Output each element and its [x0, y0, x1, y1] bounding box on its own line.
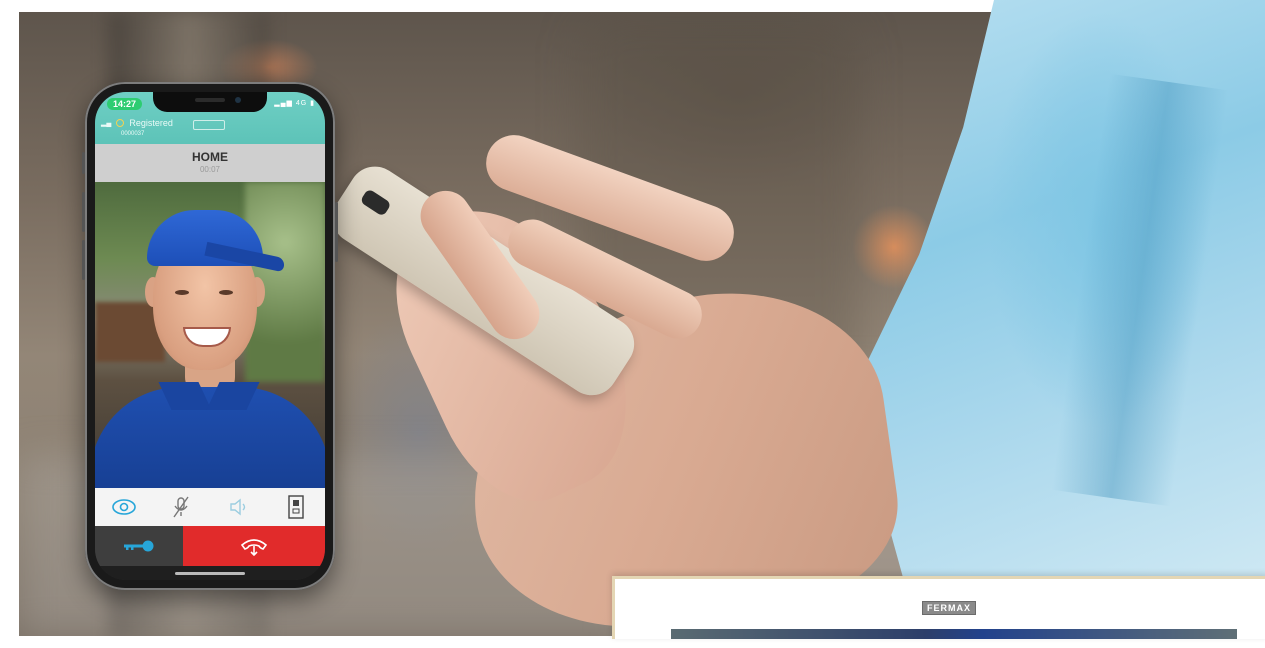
signal-icon: ▂▄ — [101, 120, 112, 127]
hang-up-button[interactable] — [183, 526, 325, 566]
registration-row: ▂▄ Registered — [101, 118, 173, 128]
call-controls — [95, 488, 325, 527]
mic-muted-icon[interactable] — [164, 492, 198, 522]
home-indicator — [95, 566, 325, 580]
contact-name: HOME — [192, 150, 228, 164]
status-time: 14:27 — [107, 98, 143, 110]
front-camera — [235, 97, 241, 103]
call-header: HOME 00:07 — [95, 144, 325, 182]
mute-switch — [82, 152, 85, 174]
sip-badge — [193, 120, 225, 130]
system-icons: ▂▄▆ 4G ▮ — [274, 100, 315, 107]
eye-left — [175, 290, 189, 295]
monitor-screen — [671, 629, 1237, 639]
volume-up-button — [82, 192, 85, 232]
eye-icon[interactable] — [107, 492, 141, 522]
speaker-icon[interactable] — [222, 492, 256, 522]
open-door-button[interactable] — [95, 526, 183, 566]
call-timer: 00:07 — [199, 165, 221, 174]
door-panel-icon[interactable] — [279, 492, 313, 522]
power-button — [335, 202, 338, 262]
volume-down-button — [82, 240, 85, 280]
key-icon — [124, 540, 154, 552]
phone-screen: 14:27 ▂▄▆ 4G ▮ ▂▄ Registered 0000037 HOM… — [95, 92, 325, 580]
hang-up-icon — [240, 539, 268, 557]
sip-number: 0000037 — [121, 131, 145, 137]
eye-right — [219, 290, 233, 295]
registration-status: Registered — [129, 118, 173, 128]
indoor-monitor: FERMAX — [612, 576, 1265, 639]
earpiece — [195, 98, 225, 102]
notch — [153, 92, 267, 112]
status-dot-icon — [116, 119, 125, 127]
smartphone: 14:27 ▂▄▆ 4G ▮ ▂▄ Registered 0000037 HOM… — [82, 82, 338, 590]
held-phone-camera — [359, 188, 392, 217]
video-feed — [95, 182, 325, 488]
call-actions — [95, 526, 325, 566]
brand-logo: FERMAX — [922, 601, 976, 615]
